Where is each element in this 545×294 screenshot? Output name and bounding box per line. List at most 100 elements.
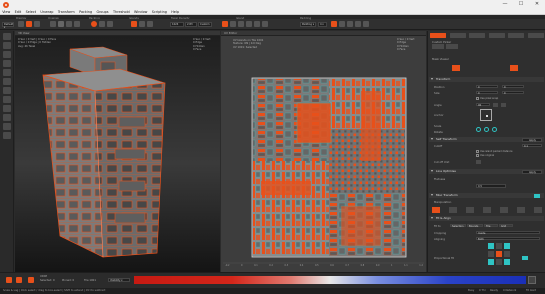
cut-tool-icon[interactable] bbox=[3, 105, 11, 112]
pack-settings-icon[interactable] bbox=[99, 21, 105, 27]
relax-icon[interactable] bbox=[66, 21, 72, 27]
brush-tool-icon[interactable] bbox=[3, 132, 11, 139]
stack-icon[interactable] bbox=[500, 206, 508, 213]
rotate-ccw-icon[interactable] bbox=[493, 102, 498, 107]
island-mode-icon[interactable] bbox=[3, 96, 11, 103]
vertex-mode-icon[interactable] bbox=[3, 69, 11, 76]
pin-icon[interactable] bbox=[28, 277, 34, 283]
menu-window[interactable]: Window bbox=[134, 9, 147, 15]
select-mode-dropdown[interactable]: Default ▾ bbox=[2, 22, 14, 29]
menu-transform[interactable]: Transform bbox=[58, 9, 75, 15]
viewport-3d[interactable]: 3D View 0 Sel. / 0 Vert | 0 Sel. / 0 Fac… bbox=[15, 31, 220, 272]
pack-icon[interactable] bbox=[91, 21, 97, 27]
menu-scripting[interactable]: Scripting bbox=[152, 9, 167, 15]
straighten-icon[interactable] bbox=[74, 21, 80, 27]
menu-edit[interactable]: Edit bbox=[15, 9, 22, 15]
align-bottom-right-icon[interactable] bbox=[504, 259, 510, 265]
tile-icon[interactable] bbox=[339, 21, 345, 27]
layout-icon[interactable] bbox=[355, 21, 361, 27]
rotate-270-icon[interactable] bbox=[492, 127, 497, 132]
line-optimise-apply-button[interactable]: Apply bbox=[522, 169, 542, 174]
position-u-input[interactable]: 0 bbox=[476, 84, 498, 88]
island-rotate-icon[interactable] bbox=[262, 21, 268, 27]
tab-misc-icon[interactable] bbox=[527, 32, 544, 38]
grid-icon[interactable] bbox=[18, 21, 24, 27]
edge-mode-icon[interactable] bbox=[3, 78, 11, 85]
island-flip-icon[interactable] bbox=[254, 21, 260, 27]
weld-tool-icon[interactable] bbox=[3, 114, 11, 121]
display-mode-icon[interactable] bbox=[26, 21, 32, 27]
texel-value-input[interactable]: 2.83 bbox=[185, 22, 197, 27]
menu-help[interactable]: Help bbox=[171, 9, 179, 15]
tab-tools-icon[interactable] bbox=[430, 32, 446, 38]
fit-option[interactable]: Selection bbox=[450, 223, 466, 227]
menu-select[interactable]: Select bbox=[26, 9, 36, 15]
picker-icon[interactable] bbox=[446, 44, 458, 49]
rotate-tool-icon[interactable] bbox=[3, 51, 11, 58]
align-bottom-left-icon[interactable] bbox=[488, 259, 494, 265]
get-density-icon[interactable] bbox=[222, 21, 228, 27]
select-tool-icon[interactable] bbox=[3, 33, 11, 40]
menu-threshold[interactable]: Threshold bbox=[113, 9, 130, 15]
self-transform-apply-button[interactable]: Apply bbox=[522, 137, 542, 142]
pack-rotate-icon[interactable] bbox=[107, 21, 113, 27]
seam-icon[interactable] bbox=[16, 277, 22, 283]
menu-unwrap[interactable]: Unwrap bbox=[40, 9, 53, 15]
texel-density-input[interactable]: 1024 bbox=[170, 22, 184, 27]
align-left-icon[interactable] bbox=[488, 251, 494, 257]
size-u-input[interactable]: 0 bbox=[476, 90, 498, 94]
rotate-cw-icon[interactable] bbox=[501, 102, 506, 107]
fit-option[interactable]: Tile bbox=[484, 223, 498, 227]
fit-option[interactable]: Bounds bbox=[467, 223, 483, 227]
visibility-dropdown[interactable]: Visibility ▾ bbox=[108, 278, 130, 282]
island-stack-icon[interactable] bbox=[147, 21, 153, 27]
pin-tool-icon[interactable] bbox=[3, 123, 11, 130]
units-dropdown[interactable]: Custom bbox=[198, 22, 212, 27]
flip-u-icon[interactable] bbox=[432, 206, 440, 213]
tab-sel-icon[interactable] bbox=[488, 32, 505, 38]
udim-icon[interactable] bbox=[6, 277, 12, 283]
use-pixel-snap-row[interactable]: Use pixel snap bbox=[476, 96, 498, 100]
angle-input[interactable]: 90 bbox=[476, 102, 490, 106]
pixel-dropdown[interactable]: 4 ▾ bbox=[318, 22, 327, 27]
mirror-icon[interactable] bbox=[466, 206, 474, 213]
position-v-input[interactable]: 0 bbox=[502, 84, 524, 88]
udim-icon[interactable] bbox=[347, 21, 353, 27]
picker-icon[interactable] bbox=[432, 44, 444, 49]
straighten-icon[interactable] bbox=[534, 206, 542, 213]
misc-transform-toggle-icon[interactable] bbox=[534, 193, 540, 198]
section-transform[interactable]: Transform bbox=[429, 77, 544, 82]
tab-tex-icon[interactable] bbox=[508, 32, 525, 38]
island-group-icon[interactable] bbox=[139, 21, 145, 27]
checkbox[interactable] bbox=[476, 96, 479, 100]
color-bar-settings-icon[interactable] bbox=[528, 276, 536, 284]
padding-dropdown[interactable]: Padding ▾ bbox=[300, 22, 316, 27]
rotate-180-icon[interactable] bbox=[484, 127, 489, 132]
flatness-input[interactable]: 0.5 bbox=[476, 184, 506, 188]
menu-packing[interactable]: Packing bbox=[79, 9, 92, 15]
section-misc-transform[interactable]: Misc Transform bbox=[429, 193, 544, 198]
anchor-grid[interactable] bbox=[480, 109, 492, 121]
cutoff-input[interactable]: 0.1 bbox=[522, 143, 542, 147]
menu-view[interactable]: View bbox=[2, 9, 10, 15]
align-center-icon[interactable] bbox=[496, 251, 502, 257]
anchor-center-icon[interactable] bbox=[485, 114, 488, 117]
section-fit-align[interactable]: Fit & Align bbox=[429, 216, 544, 221]
use-island-packed-row[interactable]: Use island packed distance bbox=[476, 149, 513, 153]
cropping-dropdown[interactable]: Inside bbox=[476, 230, 540, 234]
tab-uv-icon[interactable] bbox=[449, 32, 466, 38]
mask-right-icon[interactable] bbox=[510, 65, 518, 71]
move-tool-icon[interactable] bbox=[3, 42, 11, 49]
scale-tool-icon[interactable] bbox=[3, 60, 11, 67]
flip-v-icon[interactable] bbox=[449, 206, 457, 213]
fit-option[interactable]: Grid bbox=[499, 223, 513, 227]
checkbox[interactable] bbox=[476, 154, 479, 157]
close-button[interactable]: ✕ bbox=[529, 0, 545, 9]
menu-groups[interactable]: Groups bbox=[96, 9, 108, 15]
align-top-icon[interactable] bbox=[496, 243, 502, 249]
rotate-90-icon[interactable] bbox=[476, 127, 481, 132]
use-original-row[interactable]: Use original bbox=[476, 154, 494, 157]
tab-pack-icon[interactable] bbox=[469, 32, 486, 38]
checker-icon[interactable] bbox=[34, 21, 40, 27]
size-v-input[interactable]: 0 bbox=[502, 90, 524, 94]
